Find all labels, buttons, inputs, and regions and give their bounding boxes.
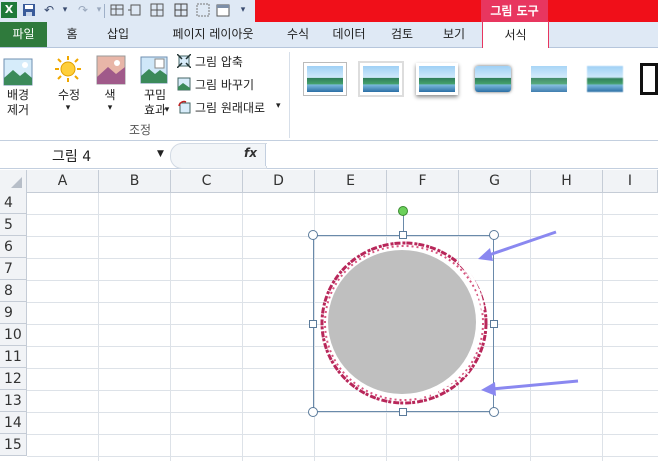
tab-formulas[interactable]: 수식 xyxy=(280,22,316,47)
qat-customize-icon[interactable]: ▾ xyxy=(236,3,250,17)
remove-background-label[interactable]: 배경 제거 xyxy=(0,88,36,118)
grid-icon[interactable] xyxy=(150,3,164,17)
row-header-8[interactable]: 8 xyxy=(0,280,27,302)
artistic-effects-dropdown-icon[interactable]: ▾ xyxy=(162,103,172,118)
resize-handle-bottom-right[interactable] xyxy=(489,407,499,417)
rotate-handle[interactable] xyxy=(398,206,408,216)
row-header-4[interactable]: 4 xyxy=(0,192,27,214)
tab-file[interactable]: 파일 xyxy=(0,22,47,47)
row-header-11[interactable]: 11 xyxy=(0,346,27,368)
row-header-5[interactable]: 5 xyxy=(0,214,27,236)
undo-dropdown-icon[interactable]: ▾ xyxy=(58,3,72,17)
resize-handle-bottom[interactable] xyxy=(399,408,407,416)
column-header-f[interactable]: F xyxy=(387,170,459,192)
compress-picture-button[interactable]: 그림 압축 xyxy=(195,53,243,70)
resize-handle-right[interactable] xyxy=(490,320,498,328)
tab-format[interactable]: 서식 xyxy=(482,21,549,49)
remove-background-icon[interactable] xyxy=(3,58,33,86)
row-header-9[interactable]: 9 xyxy=(0,302,27,324)
insert-rows-icon[interactable] xyxy=(128,3,142,17)
tab-page-layout[interactable]: 페이지 레이아웃 xyxy=(152,22,274,47)
picture-circle-image[interactable] xyxy=(319,240,489,406)
reset-picture-icon[interactable] xyxy=(177,100,191,114)
picture-style-1[interactable] xyxy=(304,63,346,95)
picture-style-5[interactable] xyxy=(528,63,570,95)
undo-icon[interactable]: ↶ xyxy=(42,3,56,17)
column-header-i[interactable]: I xyxy=(603,170,658,192)
save-icon[interactable] xyxy=(22,3,36,17)
column-header-a[interactable]: A xyxy=(27,170,99,192)
borders-icon[interactable] xyxy=(174,3,188,17)
column-header-e[interactable]: E xyxy=(315,170,387,192)
annotation-arrow-top xyxy=(474,226,564,266)
row-header-13[interactable]: 13 xyxy=(0,390,27,412)
picture-style-4[interactable] xyxy=(472,63,514,95)
picture-style-7[interactable] xyxy=(640,63,658,95)
picture-style-2[interactable] xyxy=(360,63,402,95)
reset-picture-dropdown-icon[interactable]: ▾ xyxy=(276,101,281,111)
excel-icon[interactable]: X xyxy=(1,2,17,18)
row-header-12[interactable]: 12 xyxy=(0,368,27,390)
table-icon[interactable] xyxy=(110,3,124,17)
name-box-value[interactable]: 그림 4 xyxy=(52,146,91,166)
tab-insert[interactable]: 삽입 xyxy=(100,22,136,47)
row-header-7[interactable]: 7 xyxy=(0,258,27,280)
sun-icon[interactable] xyxy=(54,55,82,83)
color-icon[interactable] xyxy=(96,55,126,85)
row-header-10[interactable]: 10 xyxy=(0,324,27,346)
adjust-group-label: 조정 xyxy=(128,123,152,137)
insert-function-icon[interactable]: fx xyxy=(244,146,257,160)
tab-review[interactable]: 검토 xyxy=(384,22,420,47)
picture-tools-header: 그림 도구 xyxy=(481,0,548,22)
resize-handle-top-left[interactable] xyxy=(308,230,318,240)
color-dropdown-icon[interactable]: ▾ xyxy=(100,101,120,116)
column-header-b[interactable]: B xyxy=(99,170,171,192)
tab-home[interactable]: 홈 xyxy=(58,22,86,47)
column-header-g[interactable]: G xyxy=(459,170,531,192)
context-title-bar xyxy=(255,0,658,22)
compress-icon[interactable] xyxy=(176,53,192,69)
select-all-corner[interactable] xyxy=(0,170,27,192)
resize-handle-left[interactable] xyxy=(309,320,317,328)
name-box-dropdown-icon[interactable]: ▼ xyxy=(157,149,164,159)
reset-picture-button[interactable]: 그림 원래대로 xyxy=(195,99,265,116)
picture-style-3[interactable] xyxy=(416,63,458,95)
tab-view[interactable]: 보기 xyxy=(436,22,472,47)
artistic-effects-icon[interactable] xyxy=(140,56,168,84)
column-header-c[interactable]: C xyxy=(171,170,243,192)
corrections-dropdown-icon[interactable]: ▾ xyxy=(58,101,78,116)
column-header-h[interactable]: H xyxy=(531,170,603,192)
row-header-14[interactable]: 14 xyxy=(0,412,27,434)
resize-handle-top[interactable] xyxy=(399,231,407,239)
tab-data[interactable]: 데이터 xyxy=(326,22,372,47)
calendar-icon[interactable] xyxy=(216,3,230,17)
qat-separator xyxy=(104,4,105,18)
change-picture-icon[interactable] xyxy=(177,77,191,91)
formula-input[interactable] xyxy=(265,144,658,166)
picture-style-6[interactable] xyxy=(584,63,626,95)
resize-handle-bottom-left[interactable] xyxy=(308,407,318,417)
column-header-d[interactable]: D xyxy=(243,170,315,192)
redo-icon[interactable]: ↷ xyxy=(76,3,90,17)
dotted-grid-icon[interactable] xyxy=(196,3,210,17)
group-separator xyxy=(289,52,290,138)
row-header-6[interactable]: 6 xyxy=(0,236,27,258)
annotation-arrow-bottom xyxy=(478,372,582,398)
row-header-15[interactable]: 15 xyxy=(0,434,27,456)
change-picture-button[interactable]: 그림 바꾸기 xyxy=(195,76,254,93)
